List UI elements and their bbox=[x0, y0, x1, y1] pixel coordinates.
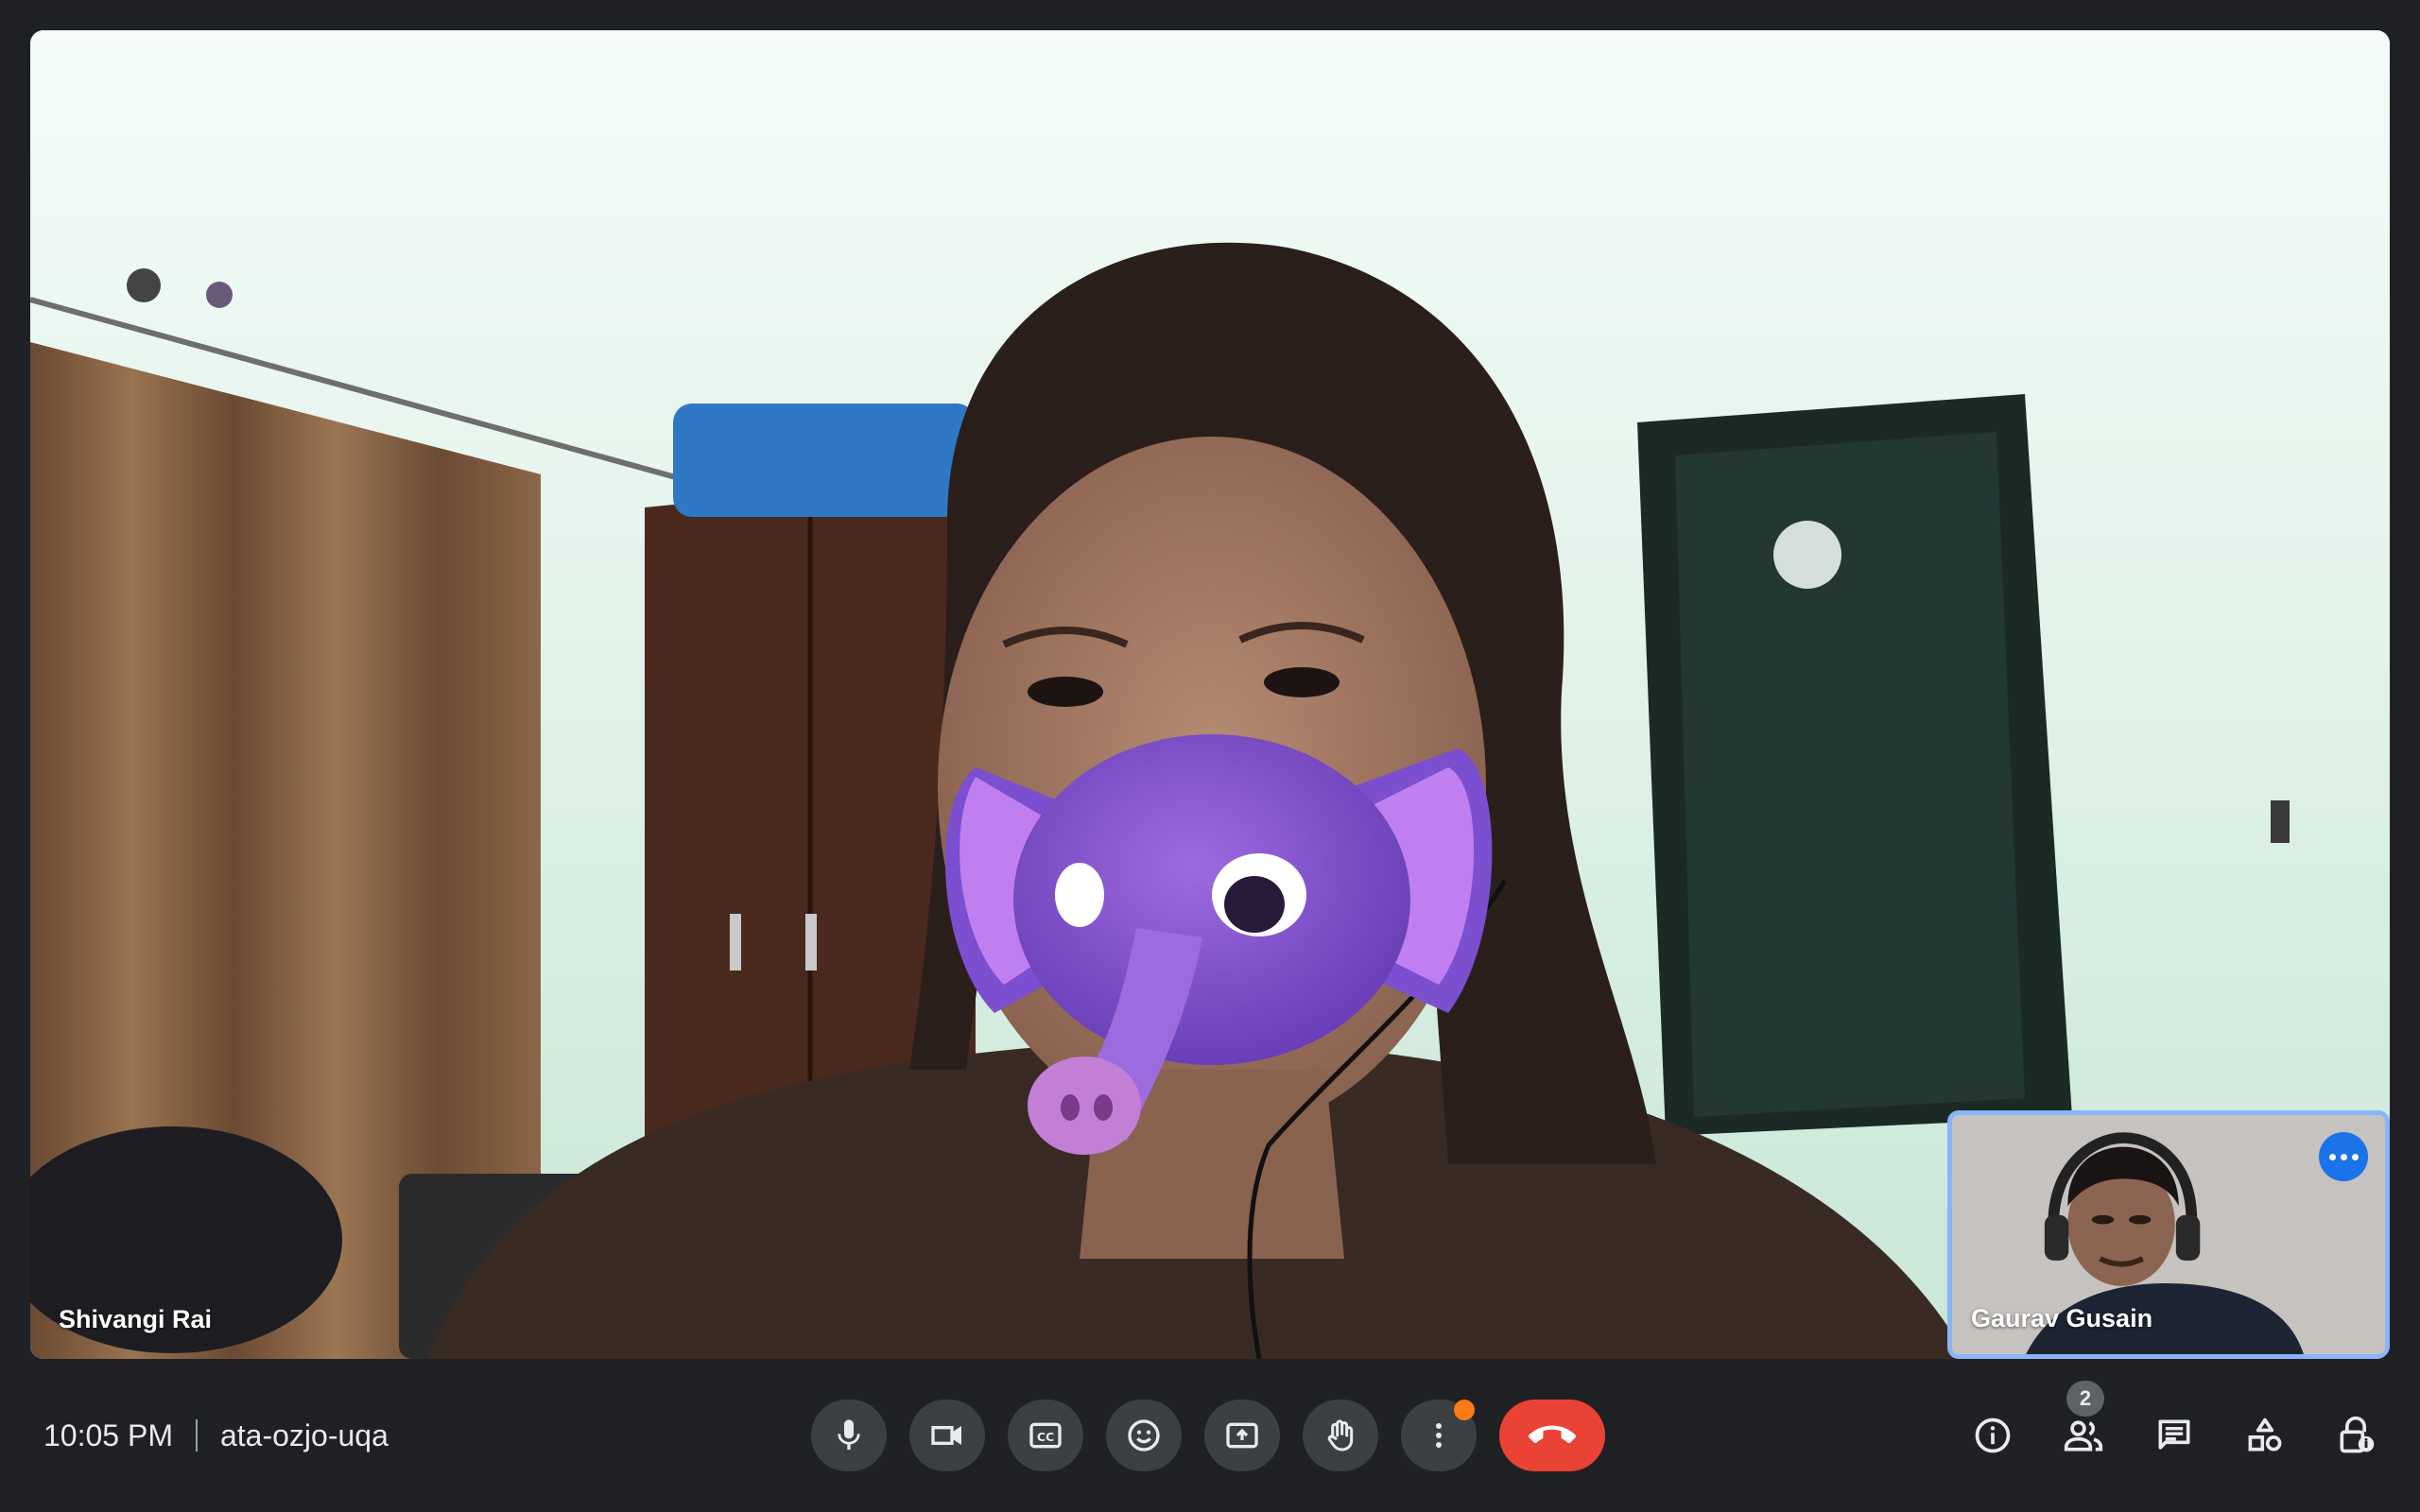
captions-button[interactable]: CC bbox=[1008, 1400, 1083, 1471]
present-screen-icon bbox=[1226, 1422, 1258, 1449]
people-icon bbox=[2064, 1420, 2103, 1452]
bottom-toolbar: 10:05 PM ata-ozjo-uqa CC 2 bbox=[0, 1359, 2420, 1512]
hand-icon bbox=[1327, 1419, 1354, 1452]
more-options-button[interactable] bbox=[1401, 1400, 1477, 1471]
meeting-info: 10:05 PM ata-ozjo-uqa bbox=[43, 1359, 389, 1512]
shapes-icon bbox=[2248, 1418, 2282, 1452]
main-participant-name: Shivangi Rai bbox=[59, 1305, 213, 1333]
svg-text:CC: CC bbox=[1037, 1430, 1054, 1444]
call-controls: CC bbox=[811, 1400, 1605, 1471]
participants-button[interactable]: 2 bbox=[2049, 1381, 2118, 1471]
mic-icon bbox=[838, 1419, 860, 1450]
self-participant-name: Gaurav Gusain bbox=[1971, 1304, 2153, 1332]
leave-call-button[interactable] bbox=[1499, 1400, 1605, 1471]
participants-count-badge: 2 bbox=[2066, 1381, 2104, 1417]
present-button[interactable] bbox=[1204, 1400, 1280, 1471]
videocam-icon bbox=[931, 1426, 961, 1445]
video-stage: Shivangi Rai Gaurav Gusain bbox=[30, 30, 2390, 1359]
camera-button[interactable] bbox=[909, 1400, 985, 1471]
notification-dot bbox=[1454, 1400, 1475, 1420]
closed-caption-icon: CC bbox=[1029, 1422, 1062, 1449]
more-vert-icon bbox=[1436, 1423, 1442, 1448]
chat-button[interactable] bbox=[2140, 1400, 2208, 1471]
call-end-icon bbox=[1529, 1425, 1576, 1444]
raise-hand-button[interactable] bbox=[1303, 1400, 1378, 1471]
meeting-details-button[interactable] bbox=[1959, 1400, 2027, 1471]
divider bbox=[195, 1419, 198, 1452]
self-view-tile[interactable]: Gaurav Gusain bbox=[1947, 1110, 2390, 1359]
more-options-button[interactable] bbox=[2319, 1132, 2368, 1181]
more-horiz-icon bbox=[2328, 1153, 2336, 1160]
meeting-time: 10:05 PM bbox=[43, 1418, 173, 1452]
side-panel-buttons: 2 bbox=[1959, 1381, 2390, 1471]
reactions-button[interactable] bbox=[1106, 1400, 1182, 1471]
info-icon bbox=[1975, 1418, 2011, 1453]
activities-button[interactable] bbox=[2231, 1400, 2299, 1471]
lock-person-icon bbox=[2340, 1416, 2375, 1453]
meeting-code[interactable]: ata-ozjo-uqa bbox=[220, 1418, 389, 1453]
emoji-icon bbox=[1128, 1419, 1160, 1452]
chat-icon bbox=[2158, 1419, 2190, 1450]
host-controls-button[interactable] bbox=[2322, 1400, 2390, 1471]
microphone-button[interactable] bbox=[811, 1400, 887, 1471]
